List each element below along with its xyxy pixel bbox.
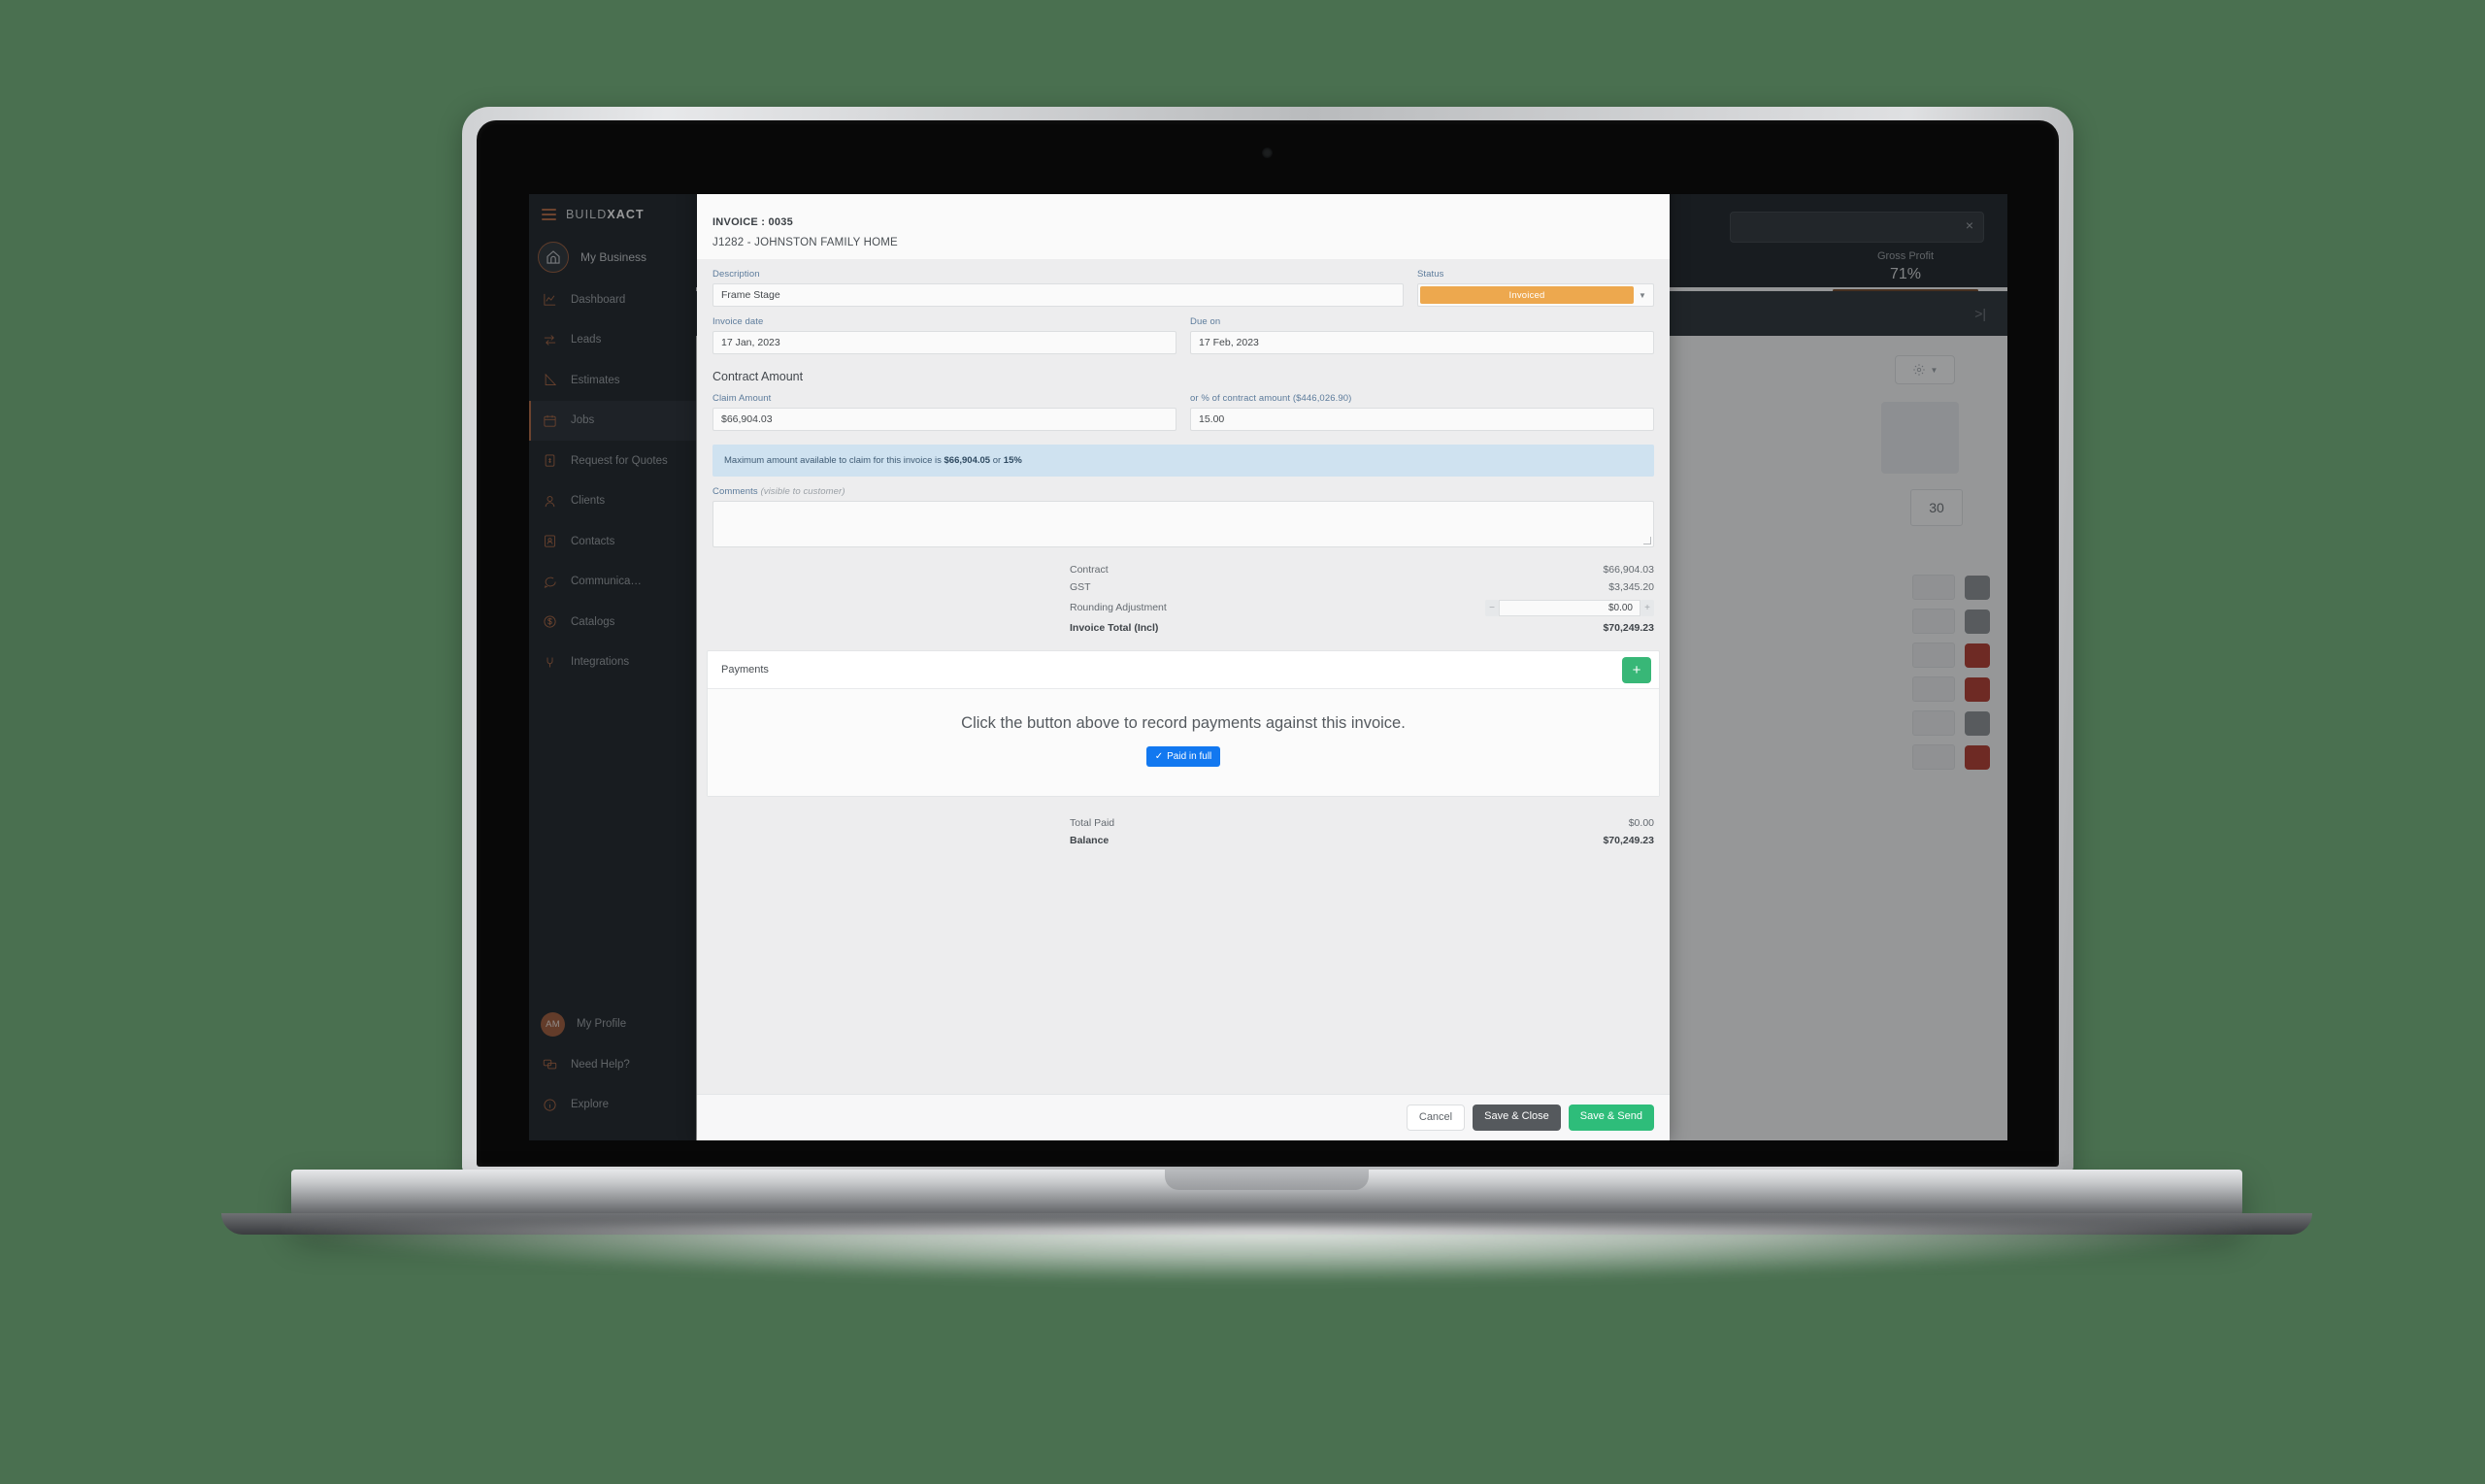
claim-amount-label: Claim Amount <box>712 393 772 404</box>
page-title: INVOICE : 0035 <box>712 216 793 228</box>
balance-label: Balance <box>1070 835 1110 846</box>
comments-label: Comments (visible to customer) <box>712 486 845 497</box>
app-window: BUILDXACT My Business Dashboard Leads Es… <box>529 194 2007 1140</box>
description-status-row: Description Frame Stage Status Invoiced … <box>697 259 1670 307</box>
total-paid-value: $0.00 <box>1628 817 1654 829</box>
banner-percent: 15% <box>1003 455 1022 466</box>
max-claim-banner: Maximum amount available to claim for th… <box>712 445 1654 477</box>
chevron-down-icon: ▼ <box>1639 290 1646 300</box>
percent-group: or % of contract amount ($446,026.90) 15… <box>1190 383 1654 431</box>
webcam <box>1262 148 1273 158</box>
total-value: $3,345.20 <box>1608 581 1654 593</box>
contract-amount-heading: Contract Amount <box>712 370 804 383</box>
add-payment-button[interactable]: + <box>1622 656 1651 683</box>
status-label: Status <box>1417 269 1444 280</box>
save-and-close-button[interactable]: Save & Close <box>1473 1105 1561 1131</box>
banner-pre: Maximum amount available to claim for th… <box>724 455 944 466</box>
total-label: Contract <box>1070 564 1109 576</box>
status-select[interactable]: Invoiced ▼ <box>1417 283 1654 307</box>
invoice-total-label: Invoice Total (Incl) <box>1070 622 1159 634</box>
payments-empty-state: Click the button above to record payment… <box>708 689 1659 796</box>
balance-row: Balance $70,249.23 <box>712 832 1654 849</box>
dates-row: Invoice date 17 Jan, 2023 Due on 17 Feb,… <box>697 307 1670 354</box>
payments-card: Payments + Click the button above to rec… <box>707 650 1660 797</box>
due-on-group: Due on 17 Feb, 2023 <box>1190 307 1654 354</box>
payments-header: Payments + <box>708 651 1659 689</box>
claim-amount-group: Claim Amount $66,904.03 <box>712 383 1176 431</box>
percent-label: or % of contract amount ($446,026.90) <box>1190 393 1352 404</box>
job-subtitle: J1282 - JOHNSTON FAMILY HOME <box>712 237 898 248</box>
save-and-send-button[interactable]: Save & Send <box>1568 1105 1654 1131</box>
due-on-input[interactable]: 17 Feb, 2023 <box>1190 331 1654 354</box>
claim-amount-input[interactable]: $66,904.03 <box>712 408 1176 431</box>
paid-in-full-button[interactable]: ✓ Paid in full <box>1145 746 1221 767</box>
banner-mid: or <box>990 455 1004 466</box>
status-field-group: Status Invoiced ▼ <box>1417 259 1654 307</box>
laptop-screen: BUILDXACT My Business Dashboard Leads Es… <box>529 194 2007 1140</box>
payment-totals-section: Total Paid $0.00 Balance $70,249.23 <box>697 797 1670 849</box>
invoice-date-label: Invoice date <box>712 316 764 327</box>
invoice-total-value: $70,249.23 <box>1603 622 1654 634</box>
plus-icon[interactable]: + <box>1640 599 1654 616</box>
totals-section: Contract $66,904.03 GST $3,345.20 Roundi… <box>697 547 1670 644</box>
status-badge: Invoiced <box>1420 286 1634 304</box>
claim-row: Claim Amount $66,904.03 or % of contract… <box>697 383 1670 431</box>
balance-value: $70,249.23 <box>1603 835 1654 846</box>
rounding-input[interactable]: $0.00 <box>1499 599 1640 616</box>
invoice-modal: INVOICE : 0035 J1282 - JOHNSTON FAMILY H… <box>697 194 1670 1140</box>
laptop-mockup: BUILDXACT My Business Dashboard Leads Es… <box>0 0 2485 1484</box>
percent-input[interactable]: 15.00 <box>1190 408 1654 431</box>
payments-empty-message: Click the button above to record payment… <box>961 714 1406 732</box>
rounding-row: Rounding Adjustment − $0.00 + <box>712 596 1654 619</box>
modal-body: Description Frame Stage Status Invoiced … <box>697 259 1670 1094</box>
rounding-stepper[interactable]: − $0.00 + <box>1479 599 1654 616</box>
modal-header: INVOICE : 0035 J1282 - JOHNSTON FAMILY H… <box>697 194 1670 259</box>
description-field-group: Description Frame Stage <box>712 259 1404 307</box>
banner-amount: $66,904.05 <box>944 455 991 466</box>
minus-icon[interactable]: − <box>1485 599 1499 616</box>
total-label: GST <box>1070 581 1091 593</box>
description-input[interactable]: Frame Stage <box>712 283 1404 307</box>
cancel-button[interactable]: Cancel <box>1406 1105 1466 1131</box>
comments-group: Comments (visible to customer) <box>697 486 1670 547</box>
modal-footer: Cancel Save & Close Save & Send <box>697 1094 1670 1140</box>
invoice-total-row: Invoice Total (Incl) $70,249.23 <box>712 619 1654 637</box>
total-row: Contract $66,904.03 <box>712 561 1654 578</box>
total-value: $66,904.03 <box>1603 564 1654 576</box>
comments-note: (visible to customer) <box>760 486 845 497</box>
rounding-label: Rounding Adjustment <box>1070 602 1167 613</box>
due-on-label: Due on <box>1190 316 1221 327</box>
total-paid-label: Total Paid <box>1070 817 1115 829</box>
comments-textarea[interactable] <box>712 501 1654 547</box>
description-label: Description <box>712 269 760 280</box>
total-paid-row: Total Paid $0.00 <box>712 814 1654 832</box>
check-icon: ✓ <box>1154 751 1164 762</box>
laptop-shadow <box>282 1225 2252 1281</box>
invoice-date-group: Invoice date 17 Jan, 2023 <box>712 307 1176 354</box>
invoice-date-input[interactable]: 17 Jan, 2023 <box>712 331 1176 354</box>
paid-in-full-label: Paid in full <box>1167 751 1212 762</box>
total-row: GST $3,345.20 <box>712 578 1654 596</box>
payments-title: Payments <box>721 664 769 676</box>
